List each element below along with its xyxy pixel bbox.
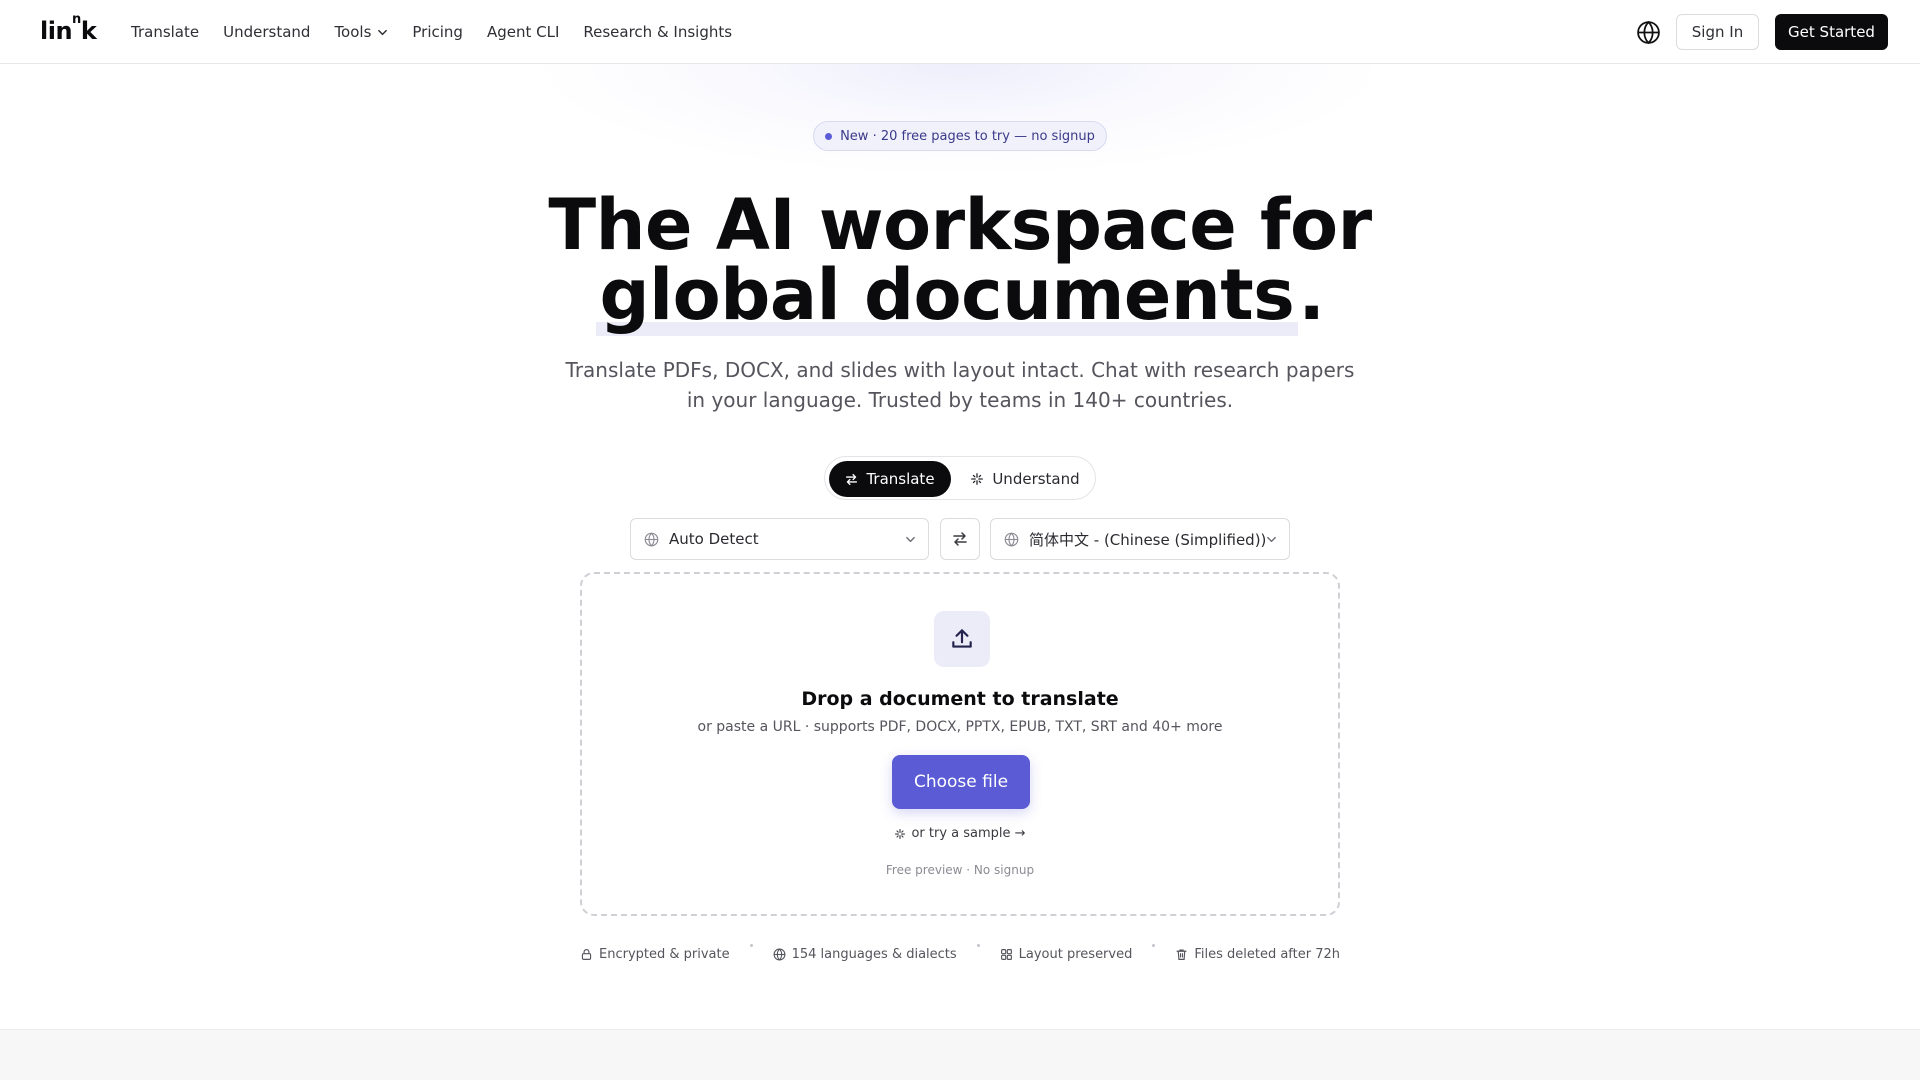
dropzone-title: Drop a document to translate xyxy=(801,688,1119,710)
nav-link-research[interactable]: Research & Insights xyxy=(583,22,732,42)
nav-links: Translate Understand Tools Pricing Agent… xyxy=(131,22,756,42)
dropzone-footnote: Free preview · No signup xyxy=(885,863,1035,877)
choose-file-button[interactable]: Choose file xyxy=(892,755,1030,809)
tab-understand[interactable]: Understand xyxy=(961,461,1089,497)
feature-deletion: Files deleted after 72h xyxy=(1175,947,1340,962)
nav-link-tools[interactable]: Tools xyxy=(334,22,388,42)
sparkle-icon xyxy=(971,473,984,485)
announcement-badge[interactable]: New · 20 free pages to try — no signup xyxy=(813,121,1107,151)
swap-arrows-icon xyxy=(846,473,858,485)
nav-link-tools-label: Tools xyxy=(334,23,372,41)
source-language-value: Auto Detect xyxy=(669,530,759,548)
feature-layout: Layout preserved xyxy=(1000,946,1133,962)
top-navbar: linnk Translate Understand Tools Pricing… xyxy=(0,0,1920,64)
divider-dot xyxy=(976,943,980,947)
hero-glow xyxy=(540,64,1380,174)
chevron-down-icon xyxy=(378,29,388,35)
document-dropzone[interactable]: Drop a document to translate or paste a … xyxy=(580,572,1340,916)
try-sample-link[interactable]: or try a sample → xyxy=(894,825,1026,843)
feature-label: Encrypted & private xyxy=(599,946,730,962)
headline-line-1: The AI workspace for xyxy=(548,184,1372,266)
globe-icon xyxy=(773,947,786,961)
feature-row: Encrypted & private 154 languages & dial… xyxy=(580,943,1340,964)
divider-dot xyxy=(749,943,753,947)
lock-icon xyxy=(581,948,592,960)
target-language-select[interactable]: 简体中文 - (Chinese (Simplified)) xyxy=(990,518,1290,560)
tab-translate[interactable]: Translate xyxy=(829,461,951,497)
source-language-select[interactable]: Auto Detect xyxy=(630,518,929,560)
try-sample-label: or try a sample → xyxy=(911,826,1026,841)
nav-link-pricing[interactable]: Pricing xyxy=(412,22,463,42)
headline-line-2: global documents. xyxy=(360,254,1560,336)
next-section-band xyxy=(0,1029,1920,1080)
swap-languages-button[interactable] xyxy=(940,518,980,560)
headline-period: . xyxy=(1298,254,1325,336)
grid-icon xyxy=(1000,948,1012,960)
chevron-down-icon xyxy=(905,534,916,545)
headline-highlight: global documents xyxy=(595,254,1299,336)
globe-icon xyxy=(1004,531,1019,547)
nav-link-agent-cli[interactable]: Agent CLI xyxy=(487,22,559,42)
badge-dot-icon xyxy=(825,132,833,140)
sparkle-icon xyxy=(895,828,906,840)
trash-icon xyxy=(1176,948,1187,960)
target-language-value: 简体中文 - (Chinese (Simplified)) xyxy=(1029,530,1267,549)
nav-link-understand[interactable]: Understand xyxy=(223,22,310,42)
mode-toggle: Translate Understand xyxy=(824,456,1096,500)
chevron-down-icon xyxy=(1266,534,1277,545)
logo[interactable]: linnk xyxy=(40,13,97,46)
language-globe-icon[interactable] xyxy=(1636,20,1661,45)
tab-translate-label: Translate xyxy=(866,470,935,488)
nav-link-translate[interactable]: Translate xyxy=(131,22,199,42)
divider-dot xyxy=(1152,943,1156,947)
feature-encrypted: Encrypted & private xyxy=(580,947,730,962)
sample-row: or try a sample → xyxy=(582,825,1338,843)
feature-label: Files deleted after 72h xyxy=(1194,946,1340,962)
feature-label: Layout preserved xyxy=(1018,946,1133,962)
get-started-button[interactable]: Get Started xyxy=(1775,14,1888,50)
feature-languages: 154 languages & dialects xyxy=(773,947,957,962)
dropzone-subtitle: or paste a URL · supports PDF, DOCX, PPT… xyxy=(697,719,1223,735)
hero-headline: The AI workspace for global documents. xyxy=(360,184,1560,336)
globe-icon xyxy=(644,531,659,547)
badge-text: New · 20 free pages to try — no signup xyxy=(840,128,1095,144)
tab-understand-label: Understand xyxy=(992,470,1080,488)
upload-icon xyxy=(934,611,990,667)
sign-in-button[interactable]: Sign In xyxy=(1676,14,1759,50)
swap-arrows-icon xyxy=(953,532,967,546)
hero-subtitle: Translate PDFs, DOCX, and slides with la… xyxy=(565,358,1355,412)
feature-label: 154 languages & dialects xyxy=(791,946,957,962)
